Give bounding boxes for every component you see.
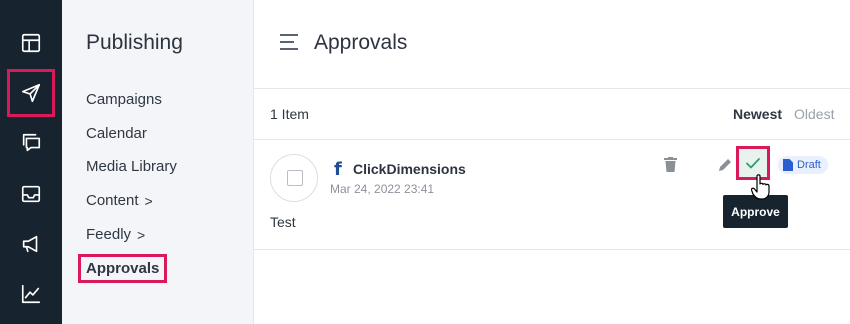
chart-icon (21, 284, 41, 304)
sidebar-item-feedly[interactable]: Feedly > (86, 226, 145, 243)
item-count: 1 Item (270, 106, 309, 122)
chevron-right-icon: > (144, 192, 153, 209)
rail-inbox[interactable] (0, 172, 62, 216)
page-header: Approvals (254, 0, 850, 89)
sidebar-item-label: Media Library (86, 158, 177, 175)
avatar[interactable] (270, 154, 318, 202)
send-icon (21, 83, 41, 103)
document-icon (783, 159, 793, 171)
tooltip-text: Approve (731, 204, 780, 219)
inbox-icon (21, 185, 41, 203)
chat-icon (22, 133, 41, 152)
sidebar-title: Publishing (86, 31, 183, 54)
sidebar-item-approvals[interactable]: Approvals (77, 254, 168, 283)
rail-reports[interactable] (0, 272, 62, 316)
sidebar-item-label: Content (86, 192, 139, 209)
account-name: ClickDimensions (353, 161, 466, 177)
trash-icon[interactable] (664, 157, 677, 172)
sidebar-item-calendar[interactable]: Calendar (86, 125, 147, 142)
megaphone-icon (22, 235, 38, 253)
sidebar-item-label: Campaigns (86, 91, 162, 108)
select-checkbox[interactable] (287, 170, 303, 186)
sort-newest-button[interactable]: Newest (733, 106, 782, 122)
publishing-sidebar: Publishing Campaigns Calendar Media Libr… (62, 0, 254, 324)
rail-listening[interactable] (0, 222, 62, 266)
sidebar-item-content[interactable]: Content > (86, 192, 153, 209)
main-content: Approvals 1 Item Newest Oldest f ClickDi… (254, 0, 850, 324)
post-text: Test (270, 214, 296, 230)
sidebar-item-media-library[interactable]: Media Library (86, 158, 177, 175)
facebook-icon: f (334, 159, 342, 180)
sort-oldest-button[interactable]: Oldest (794, 106, 834, 122)
sidebar-item-label: Feedly (86, 226, 132, 243)
check-icon (746, 158, 760, 169)
post-date: Mar 24, 2022 23:41 (330, 182, 435, 196)
status-badge: Draft (778, 156, 828, 174)
list-toolbar: 1 Item Newest Oldest (254, 89, 850, 140)
icon-rail (0, 0, 62, 324)
rail-layout[interactable] (0, 21, 62, 65)
menu-icon[interactable] (280, 34, 298, 55)
chevron-right-icon: > (137, 226, 146, 243)
status-badge-label: Draft (797, 159, 821, 171)
hand-cursor-icon (751, 174, 770, 200)
page-title: Approvals (314, 31, 408, 54)
rail-engage[interactable] (0, 121, 62, 165)
pencil-icon[interactable] (717, 157, 733, 173)
sidebar-item-campaigns[interactable]: Campaigns (86, 91, 162, 108)
layout-icon (21, 33, 41, 53)
sidebar-item-label: Calendar (86, 125, 147, 142)
list-item: f ClickDimensions Mar 24, 2022 23:41 Tes… (254, 139, 850, 250)
sidebar-item-label: Approvals (86, 260, 160, 277)
rail-publishing[interactable] (6, 68, 56, 118)
